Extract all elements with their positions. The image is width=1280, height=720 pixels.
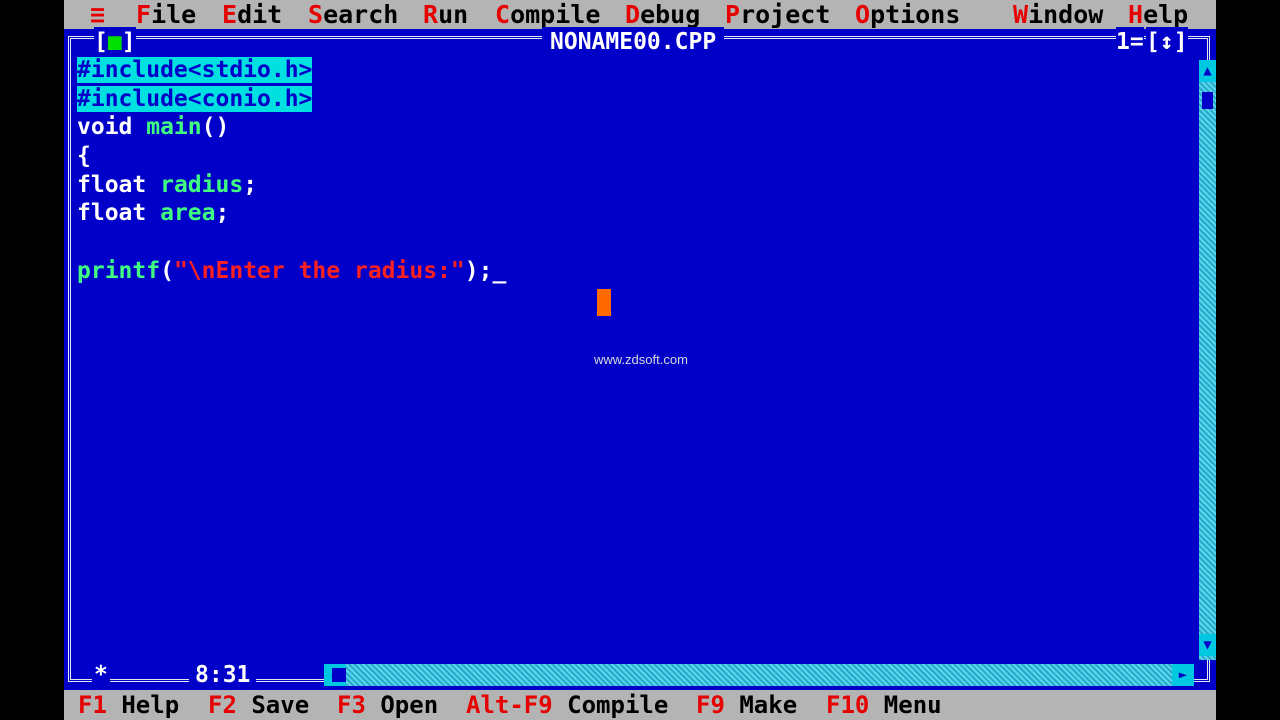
status-key: F3 xyxy=(337,691,366,719)
string-literal: "\nEnter the radius:" xyxy=(173,257,465,284)
menu-window[interactable]: Window xyxy=(1013,0,1103,29)
keyword: void xyxy=(77,114,133,141)
menu-run-label: un xyxy=(438,0,469,29)
menu-project-hotkey: P xyxy=(725,0,741,29)
close-box-button[interactable]: [■] xyxy=(94,27,136,57)
menu-compile-hotkey: C xyxy=(495,0,511,29)
status-label: Open xyxy=(365,691,439,719)
code-line-4: { xyxy=(77,142,1187,171)
menu-help[interactable]: Help xyxy=(1128,0,1188,29)
punctuation: ; xyxy=(243,171,258,198)
identifier: radius xyxy=(146,171,244,198)
menu-debug[interactable]: Debug xyxy=(625,0,700,29)
status-help[interactable]: F1 Help xyxy=(78,690,179,720)
status-key: F10 xyxy=(826,691,870,719)
identifier: main xyxy=(132,114,202,141)
horizontal-scrollbar[interactable] xyxy=(324,664,1186,686)
menu-search-label: earch xyxy=(323,0,399,29)
mouse-cursor-block xyxy=(597,289,611,316)
code-line-6: float area; xyxy=(77,199,1187,228)
menu-compile[interactable]: Compile xyxy=(495,0,600,29)
status-label: Help xyxy=(106,691,180,719)
code-line-5: float radius; xyxy=(77,171,1187,200)
horizontal-scroll-thumb[interactable] xyxy=(332,668,346,682)
menu-options-hotkey: O xyxy=(855,0,871,29)
selected-code: #include<conio.h> xyxy=(77,85,313,112)
scroll-up-arrow-icon[interactable]: ▲ xyxy=(1199,60,1216,82)
punctuation: { xyxy=(77,143,91,170)
punctuation: ); xyxy=(464,257,493,284)
menu-run[interactable]: Run xyxy=(423,0,468,29)
modified-star-icon: * xyxy=(92,661,110,689)
close-box-right: ] xyxy=(121,29,136,55)
menu-run-hotkey: R xyxy=(423,0,439,29)
menu-compile-label: ompile xyxy=(510,0,601,29)
status-key: F9 xyxy=(696,691,725,719)
code-line-2: #include<conio.h> xyxy=(77,85,1187,114)
punctuation: ( xyxy=(160,257,174,284)
menu-edit-hotkey: E xyxy=(222,0,238,29)
watermark-text: www.zdsoft.com xyxy=(594,352,688,367)
menu-file-hotkey: F xyxy=(136,0,152,29)
menu-debug-hotkey: D xyxy=(625,0,641,29)
status-key: F2 xyxy=(208,691,237,719)
menu-help-hotkey: H xyxy=(1128,0,1144,29)
menu-edit[interactable]: Edit xyxy=(222,0,282,29)
scroll-right-arrow-icon[interactable]: ► xyxy=(1172,664,1194,686)
code-line-8: printf("\nEnter the radius:");_ xyxy=(77,257,1187,286)
menu-edit-label: dit xyxy=(237,0,283,29)
status-label: Compile xyxy=(552,691,669,719)
scroll-down-arrow-icon[interactable]: ▼ xyxy=(1199,634,1216,656)
menu-file[interactable]: File xyxy=(136,0,196,29)
menu-project-label: roject xyxy=(740,0,831,29)
keyword: float xyxy=(77,171,147,198)
status-key: F1 xyxy=(78,691,107,719)
close-box-icon: ■ xyxy=(107,29,122,55)
editor-file-title: NONAME00.CPP xyxy=(542,27,725,57)
text-caret: _ xyxy=(492,257,507,284)
selected-code: #include<stdio.h> xyxy=(77,57,313,83)
system-menu-icon[interactable]: ≡ xyxy=(90,0,105,29)
vertical-scrollbar[interactable] xyxy=(1199,60,1216,660)
status-bar: F1 Help F2 Save F3 Open Alt-F9 Compile F… xyxy=(64,690,1216,720)
menu-search-hotkey: S xyxy=(308,0,324,29)
menu-options[interactable]: Options xyxy=(855,0,960,29)
menu-help-label: elp xyxy=(1143,0,1189,29)
vertical-scroll-thumb[interactable] xyxy=(1202,92,1213,109)
status-label: Save xyxy=(236,691,310,719)
status-menu[interactable]: F10 Menu xyxy=(826,690,942,720)
punctuation: () xyxy=(201,114,230,141)
menu-options-label: ptions xyxy=(870,0,961,29)
menu-search[interactable]: Search xyxy=(308,0,398,29)
menu-file-label: ile xyxy=(151,0,197,29)
menu-debug-label: ebug xyxy=(640,0,701,29)
menu-window-hotkey: W xyxy=(1013,0,1029,29)
zoom-box-button[interactable]: [↕] xyxy=(1146,27,1188,57)
status-open[interactable]: F3 Open xyxy=(337,690,438,720)
status-label: Make xyxy=(724,691,798,719)
code-line-3: void main() xyxy=(77,113,1187,142)
status-save[interactable]: F2 Save xyxy=(208,690,309,720)
status-key: Alt-F9 xyxy=(466,691,553,719)
identifier: area xyxy=(146,200,216,227)
punctuation: ; xyxy=(215,200,230,227)
menu-project[interactable]: Project xyxy=(725,0,830,29)
status-make[interactable]: F9 Make xyxy=(696,690,797,720)
code-line-1: #include<stdio.h> xyxy=(77,56,1187,85)
menu-window-label: indow xyxy=(1028,0,1104,29)
status-label: Menu xyxy=(869,691,942,719)
window-number: 1= xyxy=(1116,27,1144,57)
turbo-cpp-ide: ≡ File Edit Search Run Compile Debug Pro… xyxy=(64,0,1216,720)
cursor-position-indicator: 8:31 xyxy=(189,661,257,689)
editor-title-bar: [■] NONAME00.CPP 1= [↕] xyxy=(64,27,1216,57)
menu-bar: ≡ File Edit Search Run Compile Debug Pro… xyxy=(64,0,1216,29)
keyword: float xyxy=(77,200,147,227)
close-box-left: [ xyxy=(94,29,108,55)
identifier: printf xyxy=(77,257,161,284)
status-compile[interactable]: Alt-F9 Compile xyxy=(466,690,668,720)
